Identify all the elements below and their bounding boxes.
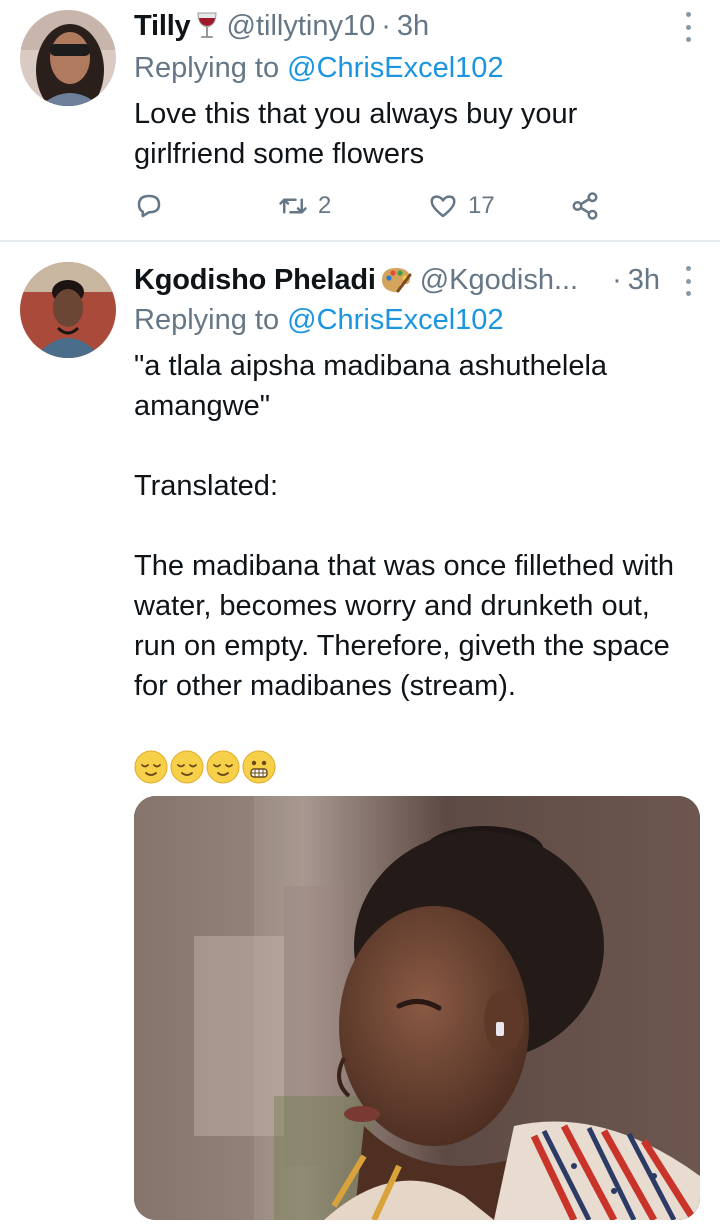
more-options-icon[interactable]	[684, 12, 692, 42]
relieved-face-icon	[134, 750, 168, 784]
share-icon	[572, 192, 598, 220]
tweet-paragraph: The madibana that was once fillethed wit…	[134, 550, 675, 702]
tweet-paragraph: Love this that you always buy your girlf…	[134, 98, 578, 170]
display-name[interactable]: Kgodisho Pheladi	[134, 264, 376, 297]
mention-link[interactable]: @ChrisExcel102	[287, 304, 503, 336]
tweet-text: Love this that you always buy your girlf…	[134, 94, 694, 174]
emoji-row	[134, 750, 276, 784]
replying-prefix: Replying to	[134, 304, 280, 336]
tweet-header: Tilly @tillytiny10 · 3h	[134, 6, 660, 46]
mention-link[interactable]: @ChrisExcel102	[287, 52, 503, 84]
retweet-icon	[279, 198, 307, 214]
relieved-face-icon	[170, 750, 204, 784]
artist-palette-icon	[380, 265, 412, 295]
relieved-face-icon	[206, 750, 240, 784]
user-handle[interactable]: @tillytiny10	[227, 10, 376, 43]
retweet-count: 2	[318, 192, 332, 219]
more-options-icon[interactable]	[684, 266, 692, 296]
avatar[interactable]	[20, 262, 116, 358]
tweet-paragraph: Translated:	[134, 470, 278, 502]
reply-button[interactable]	[134, 188, 174, 224]
separator-dot: ·	[381, 9, 391, 42]
heart-icon	[430, 195, 456, 218]
replying-prefix: Replying to	[134, 52, 280, 84]
tweet-header: Kgodisho Pheladi @Kgodish... · 3h	[134, 260, 660, 300]
wine-glass-icon	[195, 11, 219, 41]
display-name[interactable]: Tilly	[134, 10, 191, 43]
tweet-text: "a tlala aipsha madibana ashuthelela ama…	[134, 346, 694, 706]
tweet-photo[interactable]	[134, 796, 700, 1220]
like-button[interactable]: 17	[428, 188, 495, 224]
replying-to: Replying to @ChrisExcel102	[134, 304, 504, 337]
tweet-kgodisho[interactable]: Kgodisho Pheladi @Kgodish... · 3h Replyi…	[0, 242, 720, 1226]
grimacing-face-icon	[242, 750, 276, 784]
replying-to: Replying to @ChrisExcel102	[134, 52, 504, 85]
separator-dot: ·	[612, 263, 622, 296]
reply-icon	[137, 194, 161, 218]
user-handle[interactable]: @Kgodish...	[420, 264, 578, 297]
share-button[interactable]	[570, 188, 600, 224]
tweet-tilly[interactable]: Tilly @tillytiny10 · 3h Replying to @Chr…	[0, 0, 720, 242]
avatar[interactable]	[20, 10, 116, 106]
timestamp[interactable]: 3h	[628, 264, 660, 297]
action-bar: 2 17	[134, 188, 614, 224]
timestamp[interactable]: 3h	[397, 10, 429, 43]
like-count: 17	[468, 192, 495, 219]
tweet-paragraph: "a tlala aipsha madibana ashuthelela ama…	[134, 350, 608, 422]
retweet-button[interactable]: 2	[278, 188, 331, 224]
